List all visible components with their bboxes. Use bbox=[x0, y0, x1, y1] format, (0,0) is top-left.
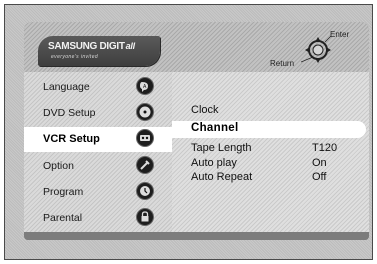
option-auto-repeat[interactable]: Auto Repeat Off bbox=[172, 170, 369, 186]
sidebar-item-language[interactable]: Language A bbox=[24, 75, 172, 100]
brand-name: SAMSUNG DIGIT bbox=[48, 41, 125, 52]
sidebar-item-vcr-setup[interactable]: VCR Setup bbox=[24, 127, 172, 152]
sidebar-item-label: Program bbox=[43, 186, 84, 198]
option-label: Auto play bbox=[191, 157, 237, 169]
brand-tagline: everyone's invited bbox=[51, 54, 99, 60]
language-icon: A bbox=[136, 77, 154, 95]
sidebar-item-label: VCR Setup bbox=[43, 133, 100, 145]
menu-header: SAMSUNG DIGITall everyone's invited Ente… bbox=[24, 22, 369, 72]
sidebar-item-label: Option bbox=[43, 160, 74, 172]
option-label: Tape Length bbox=[191, 142, 252, 154]
sidebar-item-label: Language bbox=[43, 81, 90, 93]
option-value: On bbox=[312, 157, 327, 169]
sidebar-item-option[interactable]: Option bbox=[24, 154, 172, 179]
sidebar-item-label: DVD Setup bbox=[43, 107, 96, 119]
option-clock[interactable]: Clock bbox=[172, 103, 369, 119]
sidebar-item-dvd-setup[interactable]: DVD Setup bbox=[24, 101, 172, 126]
return-label: Return bbox=[270, 59, 295, 68]
sidebar-item-parental[interactable]: Parental bbox=[24, 206, 172, 231]
menu-footer-bar bbox=[24, 232, 369, 240]
vcr-setup-options-panel: Clock Channel Tape Length T120 Auto play… bbox=[172, 72, 369, 232]
option-label: Clock bbox=[191, 104, 219, 116]
option-value: T120 bbox=[312, 142, 338, 154]
setup-menu-sidebar: Language A DVD Setup VCR Setup Option Pr… bbox=[24, 72, 172, 232]
option-label: Auto Repeat bbox=[191, 171, 253, 183]
option-value: Off bbox=[312, 171, 327, 183]
remote-navigation-icon bbox=[301, 35, 332, 63]
program-icon bbox=[136, 182, 154, 200]
brand-suffix: all bbox=[125, 41, 135, 51]
option-channel[interactable]: Channel bbox=[172, 121, 366, 138]
disc-icon bbox=[136, 103, 154, 121]
option-icon bbox=[136, 156, 154, 174]
option-tape-length[interactable]: Tape Length T120 bbox=[172, 141, 369, 157]
option-label: Channel bbox=[191, 122, 239, 134]
manual-illustration-frame: SAMSUNG DIGITall everyone's invited Ente… bbox=[4, 4, 373, 260]
osd-menu-screen: SAMSUNG DIGITall everyone's invited Ente… bbox=[24, 22, 369, 240]
sidebar-item-program[interactable]: Program bbox=[24, 180, 172, 205]
cassette-icon bbox=[136, 129, 154, 147]
sidebar-item-label: Parental bbox=[43, 212, 83, 224]
samsung-logo: SAMSUNG DIGITall everyone's invited bbox=[38, 36, 160, 66]
lock-icon bbox=[136, 208, 154, 226]
